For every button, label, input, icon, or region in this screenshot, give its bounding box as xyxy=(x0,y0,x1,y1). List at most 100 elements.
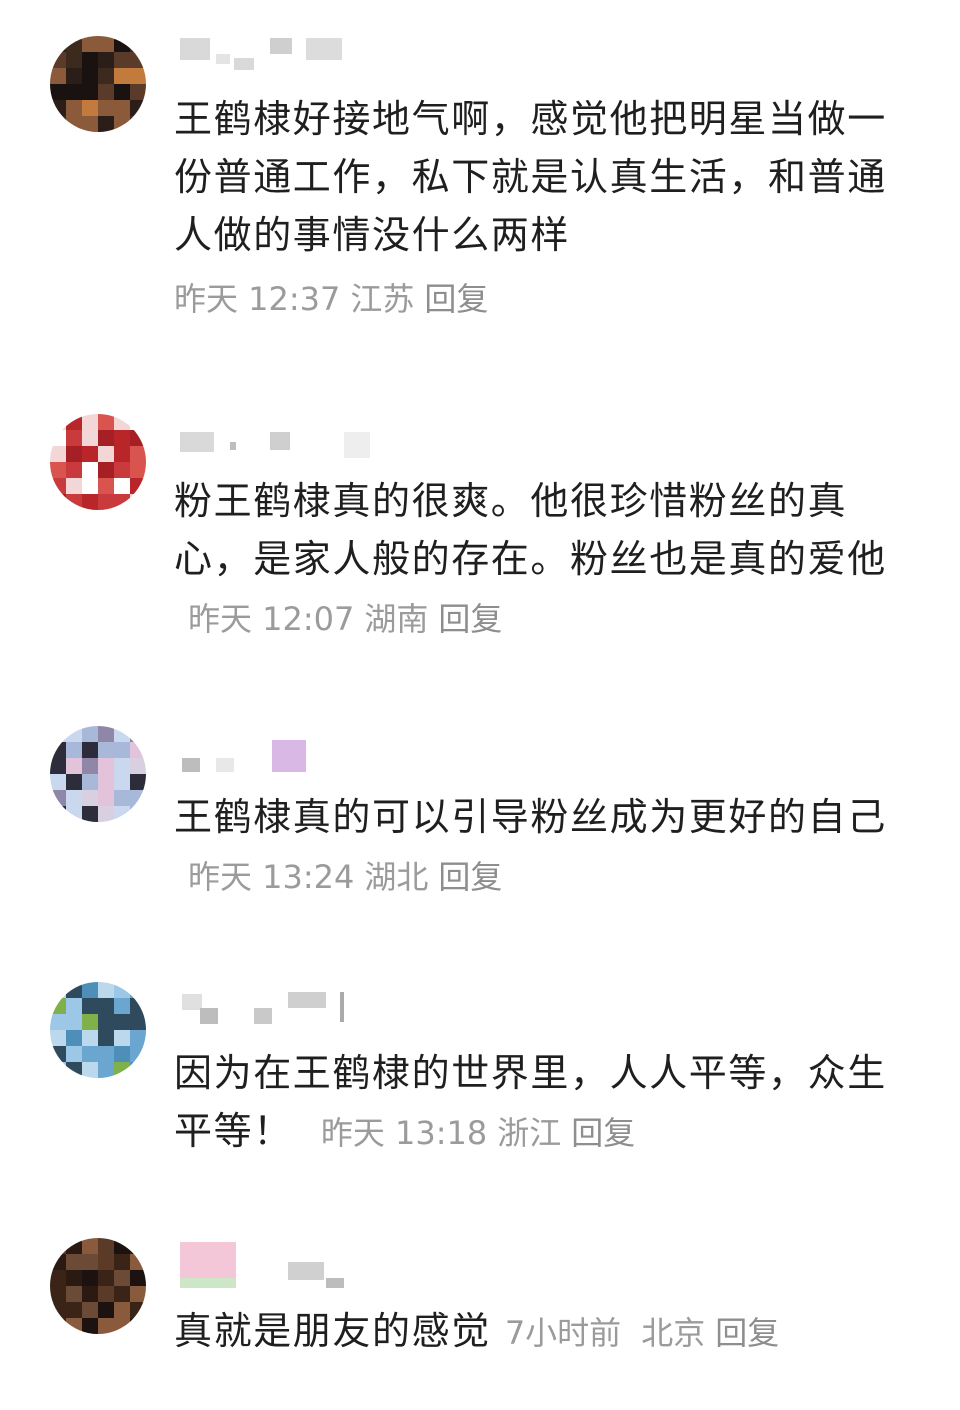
username-blurred[interactable] xyxy=(176,428,376,462)
avatar-pixel xyxy=(114,446,130,462)
avatar-pixel xyxy=(130,790,146,806)
avatar-pixel xyxy=(82,998,98,1014)
avatar-pixel xyxy=(98,430,114,446)
username-blurred[interactable] xyxy=(176,740,376,774)
avatar-pixel xyxy=(66,1286,82,1302)
avatar-pixel xyxy=(130,1030,146,1046)
username-blurred[interactable] xyxy=(176,34,376,70)
avatar-pixel xyxy=(50,806,66,822)
avatar-pixel xyxy=(114,116,130,132)
reply-button[interactable]: 回复 xyxy=(438,600,502,638)
avatar-pixel xyxy=(82,1318,98,1334)
avatar-pixel xyxy=(82,430,98,446)
avatar-pixel xyxy=(50,758,66,774)
avatar-pixel xyxy=(50,478,66,494)
avatar-pixel xyxy=(98,806,114,822)
avatar-pixel xyxy=(66,1014,82,1030)
avatar-pixel xyxy=(114,1046,130,1062)
avatar-pixel xyxy=(130,494,146,510)
avatar-pixel xyxy=(114,430,130,446)
avatar-pixel xyxy=(98,116,114,132)
avatar-pixel xyxy=(50,1318,66,1334)
avatar-pixel xyxy=(114,1286,130,1302)
avatar-pixel xyxy=(98,1014,114,1030)
avatar-pixel xyxy=(82,1254,98,1270)
comment-location: 江苏 xyxy=(350,280,415,318)
avatar-pixel xyxy=(82,462,98,478)
avatar-pixel xyxy=(82,36,98,52)
avatar-pixel xyxy=(82,1302,98,1318)
avatar-pixel xyxy=(82,446,98,462)
avatar-pixel xyxy=(130,806,146,822)
comment-text-block: 王鹤棣真的可以引导粉丝成为更好的自己昨天 13:24 湖北 回复 xyxy=(174,788,904,906)
avatar-pixel xyxy=(114,726,130,742)
avatar-pixel xyxy=(130,446,146,462)
avatar-pixel xyxy=(66,100,82,116)
avatar-pixel xyxy=(114,414,130,430)
avatar-pixel xyxy=(130,998,146,1014)
avatar-pixel xyxy=(66,116,82,132)
avatar-pixel xyxy=(66,790,82,806)
avatar-pixel xyxy=(66,1254,82,1270)
avatar-pixel xyxy=(114,742,130,758)
avatar-pixel xyxy=(98,1254,114,1270)
avatar-pixel xyxy=(82,1030,98,1046)
avatar-pixel xyxy=(66,414,82,430)
avatar-pixel xyxy=(98,998,114,1014)
avatar-pixel xyxy=(130,462,146,478)
avatar-pixel xyxy=(50,742,66,758)
reply-button[interactable]: 回复 xyxy=(715,1314,779,1352)
reply-button[interactable]: 回复 xyxy=(438,858,502,896)
avatar-pixel xyxy=(50,1254,66,1270)
reply-button[interactable]: 回复 xyxy=(424,280,488,318)
avatar-pixel xyxy=(66,68,82,84)
username-blurred[interactable] xyxy=(176,988,376,1024)
avatar-pixel xyxy=(130,1238,146,1254)
comment-meta: 昨天 12:37 江苏 回复 xyxy=(174,274,498,320)
avatar-pixel xyxy=(98,446,114,462)
reply-button[interactable]: 回复 xyxy=(571,1114,635,1152)
avatar[interactable] xyxy=(50,726,146,822)
avatar-pixel xyxy=(114,478,130,494)
avatar-pixel xyxy=(82,84,98,100)
avatar-pixel xyxy=(66,52,82,68)
avatar[interactable] xyxy=(50,414,146,510)
avatar-pixel xyxy=(66,494,82,510)
avatar-pixel xyxy=(98,52,114,68)
avatar-pixel xyxy=(82,116,98,132)
comment-text-block: 因为在王鹤棣的世界里，人人平等，众生平等！ 昨天 13:18 浙江 回复 xyxy=(174,1044,904,1162)
avatar-pixel xyxy=(82,774,98,790)
avatar-pixel xyxy=(50,84,66,100)
avatar-pixel xyxy=(82,1270,98,1286)
avatar-pixel xyxy=(114,494,130,510)
avatar-pixel xyxy=(66,742,82,758)
avatar-pixel xyxy=(114,1254,130,1270)
avatar-pixel xyxy=(82,726,98,742)
avatar-pixel xyxy=(98,758,114,774)
avatar-pixel xyxy=(66,478,82,494)
avatar-pixel xyxy=(98,100,114,116)
avatar-pixel xyxy=(50,430,66,446)
comment-time: 昨天 13:24 xyxy=(188,858,355,896)
comment-text-block: 粉王鹤棣真的很爽。他很珍惜粉丝的真心，是家人般的存在。粉丝也是真的爱他昨天 12… xyxy=(174,472,904,648)
avatar-pixel xyxy=(98,790,114,806)
avatar-pixel xyxy=(98,1062,114,1078)
avatar[interactable] xyxy=(50,1238,146,1334)
avatar-pixel xyxy=(82,100,98,116)
avatar-pixel xyxy=(50,1046,66,1062)
avatar-pixel xyxy=(114,1062,130,1078)
avatar-pixel xyxy=(98,726,114,742)
avatar[interactable] xyxy=(50,982,146,1078)
avatar-pixel xyxy=(50,1062,66,1078)
username-blurred[interactable] xyxy=(176,1242,376,1288)
avatar-pixel xyxy=(130,52,146,68)
avatar-pixel xyxy=(114,1270,130,1286)
avatar-pixel xyxy=(82,1046,98,1062)
avatar-pixel xyxy=(50,998,66,1014)
avatar[interactable] xyxy=(50,36,146,132)
comment-location: 湖北 xyxy=(364,858,429,896)
avatar-pixel xyxy=(98,982,114,998)
avatar-pixel xyxy=(114,100,130,116)
avatar-pixel xyxy=(130,414,146,430)
avatar-pixel xyxy=(66,36,82,52)
